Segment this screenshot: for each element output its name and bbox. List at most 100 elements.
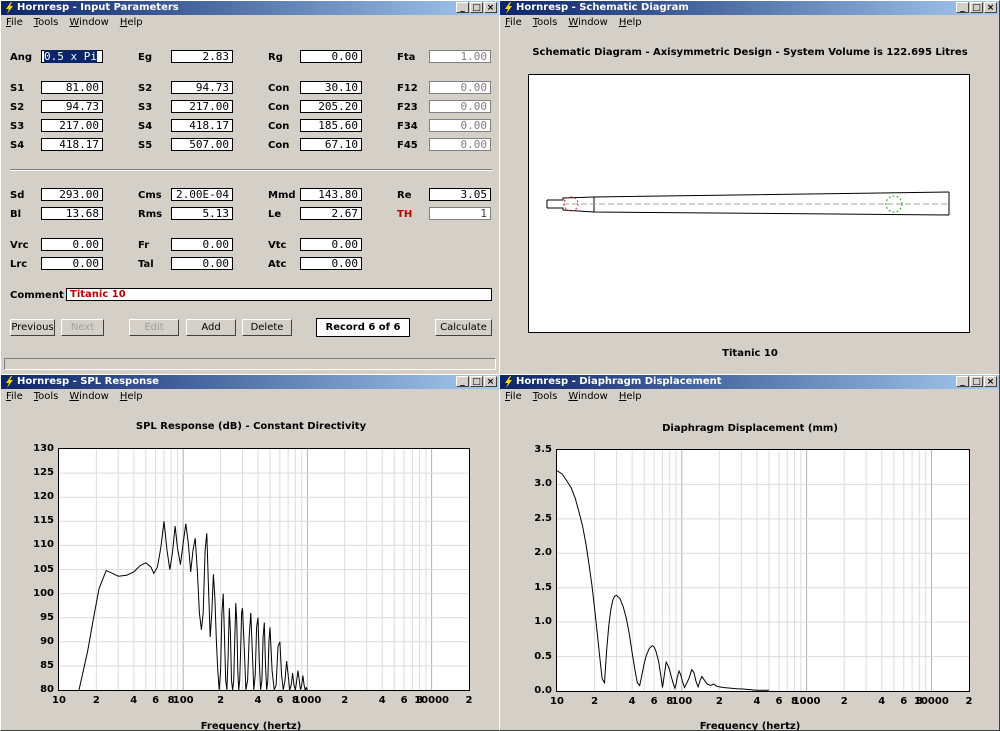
displacement-xlabel: Frequency (hertz) [699,721,801,731]
x-tick-label: 2 [591,696,599,707]
spl-xlabel: Frequency (hertz) [200,721,302,731]
label-eg: Eg [138,52,152,63]
field-fr[interactable]: 0.00 [171,238,233,251]
input-parameters-window: Hornresp - Input Parameters _ □ × File To… [0,0,500,375]
field-con3[interactable]: 185.60 [300,119,362,132]
schematic-window-titlebar[interactable]: Hornresp - Schematic Diagram _ □ × [500,1,999,15]
field-ang[interactable]: 0.5 x Pi [41,50,103,63]
maximize-icon[interactable]: □ [970,2,983,13]
field-s3a[interactable]: 217.00 [171,100,233,113]
x-tick-label: 10000 [414,695,449,706]
close-icon[interactable]: × [984,2,997,13]
field-vrc[interactable]: 0.00 [41,238,103,251]
field-th[interactable]: 1 [429,207,491,220]
x-tick-label: 100 [172,695,194,706]
field-s4b[interactable]: 418.17 [41,138,103,151]
field-con4[interactable]: 67.10 [300,138,362,151]
label-vrc: Vrc [10,240,29,251]
label-vtc: Vtc [268,240,287,251]
field-bl[interactable]: 13.68 [41,207,103,220]
y-tick-label: 3.0 [534,478,552,490]
field-f34[interactable]: 0.00 [429,119,491,132]
field-cms[interactable]: 2.00E-04 [171,188,233,201]
field-atc[interactable]: 0.00 [300,257,362,270]
field-tal[interactable]: 0.00 [171,257,233,270]
field-con2[interactable]: 205.20 [300,100,362,113]
field-s1[interactable]: 81.00 [41,81,103,94]
close-icon[interactable]: × [484,2,497,13]
horn-schematic-drawing [546,191,950,216]
spl-chart: 130 125 120 115 110 105 100 95 90 85 80 10 2 4 6 8 100 2 4… [1,375,499,730]
field-eg[interactable]: 2.83 [171,50,233,63]
field-mmd[interactable]: 143.80 [300,188,362,201]
edit-button[interactable]: Edit [129,319,179,336]
x-tick-label: 10 [550,696,564,707]
menu-file[interactable]: File [6,16,23,30]
y-tick-label: 2.0 [534,547,552,559]
calculate-button[interactable]: Calculate [435,319,492,336]
menu-tools[interactable]: Tools [533,16,558,30]
field-re[interactable]: 3.05 [429,188,491,201]
plot-svg [557,450,969,691]
field-f45[interactable]: 0.00 [429,138,491,151]
field-s4a[interactable]: 418.17 [171,119,233,132]
plot-area [556,449,970,692]
label-s1: S1 [10,83,25,94]
field-vtc[interactable]: 0.00 [300,238,362,251]
label-re: Re [397,190,412,201]
x-tick-label: 10000 [914,696,949,707]
label-cms: Cms [138,190,162,201]
field-f23[interactable]: 0.00 [429,100,491,113]
field-rms[interactable]: 5.13 [171,207,233,220]
y-tick-label: 1.0 [534,616,552,628]
field-s5[interactable]: 507.00 [171,138,233,151]
add-button[interactable]: Add [186,319,236,336]
x-tick-label: 2 [217,695,225,706]
schematic-heading: Schematic Diagram - Axisymmetric Design … [532,47,968,58]
label-con1: Con [268,83,290,94]
y-tick-label: 0.5 [534,650,552,662]
label-fr: Fr [138,240,150,251]
x-tick-label: 1000 [293,695,322,706]
field-comment[interactable]: Titanic 10 [66,288,492,301]
label-rg: Rg [268,52,283,63]
menu-help[interactable]: Help [619,16,642,30]
input-window-titlebar[interactable]: Hornresp - Input Parameters _ □ × [1,1,499,15]
label-atc: Atc [268,259,287,270]
maximize-icon[interactable]: □ [470,2,483,13]
field-lrc[interactable]: 0.00 [41,257,103,270]
label-f45: F45 [397,140,418,151]
field-s2b[interactable]: 94.73 [41,100,103,113]
x-tick-label: 1000 [792,696,821,707]
field-f12[interactable]: 0.00 [429,81,491,94]
minimize-icon[interactable]: _ [956,2,969,13]
minimize-icon[interactable]: _ [456,2,469,13]
y-tick-label: 1.5 [534,581,552,593]
menu-help[interactable]: Help [120,16,143,30]
label-ang: Ang [10,52,33,63]
menu-file[interactable]: File [505,16,522,30]
label-s3a: S3 [138,102,153,113]
menu-window[interactable]: Window [69,16,108,30]
field-le[interactable]: 2.67 [300,207,362,220]
previous-button[interactable]: Previous [10,319,55,336]
field-con1[interactable]: 30.10 [300,81,362,94]
y-tick-label: 100 [33,587,54,599]
spl-window: Hornresp - SPL Response _ □ × File Tools W… [0,374,500,731]
menu-tools[interactable]: Tools [34,16,59,30]
label-le: Le [268,209,282,220]
x-tick-label: 2 [965,696,973,707]
y-tick-label: 2.5 [534,512,552,524]
field-s2a[interactable]: 94.73 [171,81,233,94]
field-rg[interactable]: 0.00 [300,50,362,63]
field-fta[interactable]: 1.00 [429,50,491,63]
y-tick-label: 90 [40,635,54,647]
field-sd[interactable]: 293.00 [41,188,103,201]
field-s3b[interactable]: 217.00 [41,119,103,132]
delete-button[interactable]: Delete [242,319,292,336]
separator [10,169,492,171]
menu-window[interactable]: Window [568,16,607,30]
hornresp-lightning-icon [505,2,512,14]
y-tick-label: 95 [40,611,54,623]
next-button[interactable]: Next [61,319,104,336]
